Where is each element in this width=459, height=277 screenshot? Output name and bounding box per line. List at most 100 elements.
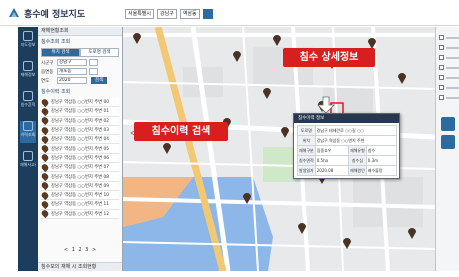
list-item[interactable]: 강남구 역삼동 ○○번지 주변 01	[40, 106, 119, 117]
layer-label	[446, 67, 459, 69]
callout-flood-detail: 침수 상세정보	[283, 48, 375, 67]
list-item-label: 강남구 역삼동 ○○번지 주변 00	[51, 100, 109, 106]
rail-label: 침수흔적	[20, 102, 36, 107]
dong-sub-select[interactable]	[89, 68, 98, 75]
field-label: 읍면동	[41, 69, 54, 75]
sido-select[interactable]: 서울특별시	[125, 9, 155, 19]
search-panel: 재해현황조회 침수조회 조회 위치 검색 도로명 검색 시군구 강남구 읍면동 …	[38, 27, 123, 271]
pagination[interactable]: < 1 2 3 >	[41, 247, 120, 255]
rail-label: 재해정보	[20, 72, 36, 77]
list-item-label: 강남구 역삼동 ○○번지 주변 09	[51, 183, 109, 189]
results-title: 침수이력 조회	[41, 89, 71, 95]
popup-key: 침수면적	[297, 155, 316, 166]
go-button[interactable]	[202, 9, 213, 19]
app-title: 홍수예 정보지도	[24, 10, 86, 20]
list-item[interactable]: 강남구 역삼동 ○○번지 주변 09	[40, 181, 119, 191]
list-item[interactable]: 강남구 역삼동 ○○번지 주변 02	[40, 116, 119, 126]
list-item[interactable]: 강남구 역삼동 ○○번지 주변 05	[40, 144, 119, 154]
popup-key: 침수심	[348, 155, 367, 166]
popup-value: 강남구 역삼동 ○○번지 주변	[314, 135, 398, 146]
list-item[interactable]: 강남구 역삼동 ○○번지 주변 00	[40, 97, 119, 108]
map-pin-icon	[40, 134, 50, 144]
field-row-dong: 읍면동 개포동	[41, 68, 119, 75]
layer-checkbox[interactable]	[439, 75, 444, 80]
layer-checkbox[interactable]	[439, 55, 444, 60]
map-pin-icon	[40, 162, 50, 172]
popup-key: 위치	[297, 135, 316, 146]
list-item-label: 강남구 역삼동 ○○번지 주변 05	[51, 146, 109, 152]
layer-label	[446, 97, 459, 99]
legend-badge[interactable]	[441, 135, 455, 149]
year-select[interactable]: 2020	[57, 77, 87, 84]
water-icon	[23, 91, 33, 101]
layer-checkbox[interactable]	[439, 65, 444, 70]
rail-item-management[interactable]: 재해사고관리현황	[20, 151, 36, 173]
callout-flood-history-search: 침수이력 검색	[134, 122, 228, 141]
sigungu-select[interactable]: 강남구	[57, 59, 87, 66]
popup-key: 재해구분	[297, 145, 316, 156]
popup-table: 도로명 강남구 테헤란로 ○○길 ○○ 위치 강남구 역삼동 ○○번지 주변 재…	[297, 125, 398, 176]
layer-label	[446, 77, 459, 79]
popup-value: 2020.08	[314, 165, 350, 176]
popup-value: 0.5ha	[314, 155, 350, 166]
map-pin-icon	[40, 144, 50, 154]
popup-key: 도로명	[297, 125, 316, 136]
list-item-label: 강남구 역삼동 ○○번지 주변 02	[51, 118, 109, 124]
results-list: 강남구 역삼동 ○○번지 주변 00 강남구 역삼동 ○○번지 주변 01 강남구 …	[40, 97, 119, 219]
tab-road-search[interactable]: 도로명 검색	[80, 48, 119, 57]
legend-badge[interactable]	[441, 117, 455, 131]
sigungu-map-select[interactable]: 강남구	[157, 9, 177, 19]
map-pin-icon	[40, 190, 50, 200]
section-title: 침수조회 조회	[41, 39, 71, 45]
list-item[interactable]: 강남구 역삼동 ○○번지 주변 06	[40, 153, 119, 164]
app-logo-icon	[9, 8, 19, 17]
map-pin-icon	[40, 181, 50, 191]
popup-key: 발생일자	[297, 165, 316, 176]
rail-item-history[interactable]: 이력조회	[20, 121, 36, 143]
rail-item-map[interactable]: 지도정보	[20, 31, 36, 53]
list-item[interactable]: 강남구 역삼동 ○○번지 주변 11	[40, 199, 119, 210]
list-item-label: 강남구 역삼동 ○○번지 주변 06	[51, 155, 109, 161]
list-item-label: 강남구 역삼동 ○○번지 주변 12	[51, 211, 109, 217]
map-pin-icon	[40, 199, 50, 210]
popup-value: 침수	[365, 145, 398, 156]
rail-item-flood-trace[interactable]: 침수흔적	[20, 91, 36, 113]
layer-checkbox[interactable]	[439, 45, 444, 50]
field-label: 연도	[41, 78, 50, 84]
map-pin-icon	[40, 171, 50, 182]
list-item[interactable]: 강남구 역삼동 ○○번지 주변 04	[40, 134, 119, 145]
map-pin-icon	[40, 97, 50, 107]
layer-checkbox[interactable]	[439, 85, 444, 90]
popup-value: 0.3m	[365, 155, 398, 166]
flood-detail-popup: 침수이력 정보 도로명 강남구 테헤란로 ○○길 ○○ 위치 강남구 역삼동 ○…	[293, 113, 400, 179]
warning-icon	[23, 61, 33, 71]
rail-item-disaster[interactable]: 재해정보	[20, 61, 36, 83]
popup-key: 재해유형	[348, 145, 367, 156]
list-item[interactable]: 강남구 역삼동 ○○번지 주변 08	[40, 171, 119, 182]
sigungu-sub-select[interactable]	[89, 59, 98, 66]
layer-label	[446, 37, 459, 39]
list-item[interactable]: 강남구 역삼동 ○○번지 주변 12	[40, 209, 119, 219]
layer-checkbox[interactable]	[439, 95, 444, 100]
map-pin-icon	[40, 209, 50, 219]
map-pin-icon	[40, 125, 50, 135]
list-item-label: 강남구 역삼동 ○○번지 주변 11	[51, 202, 109, 208]
list-item[interactable]: 강남구 역삼동 ○○번지 주변 03	[40, 125, 119, 136]
dong-map-select[interactable]: 역삼동	[179, 9, 200, 19]
field-row-year: 연도 2020 검색	[41, 77, 119, 84]
map-pin-icon	[40, 106, 50, 117]
left-rail: 지도정보 재해정보 침수흔적 이력조회 재해사고관리현황	[18, 27, 38, 271]
popup-value: 집중호우	[314, 145, 350, 156]
list-item[interactable]: 강남구 역삼동 ○○번지 주변 07	[40, 162, 119, 173]
field-label: 시군구	[41, 60, 54, 66]
list-item-label: 강남구 역삼동 ○○번지 주변 04	[51, 137, 109, 143]
tab-location-search[interactable]: 위치 검색	[41, 48, 80, 57]
panel-footer[interactable]: 침수모의 재해 시 조회현황	[38, 262, 122, 271]
list-item[interactable]: 강남구 역삼동 ○○번지 주변 10	[40, 190, 119, 201]
dong-select[interactable]: 개포동	[57, 68, 87, 75]
layer-label	[446, 57, 459, 59]
popup-title: 침수이력 정보	[294, 114, 399, 123]
layer-checkbox[interactable]	[439, 35, 444, 40]
search-button[interactable]: 검색	[91, 77, 107, 84]
rail-label: 이력조회	[20, 132, 36, 137]
